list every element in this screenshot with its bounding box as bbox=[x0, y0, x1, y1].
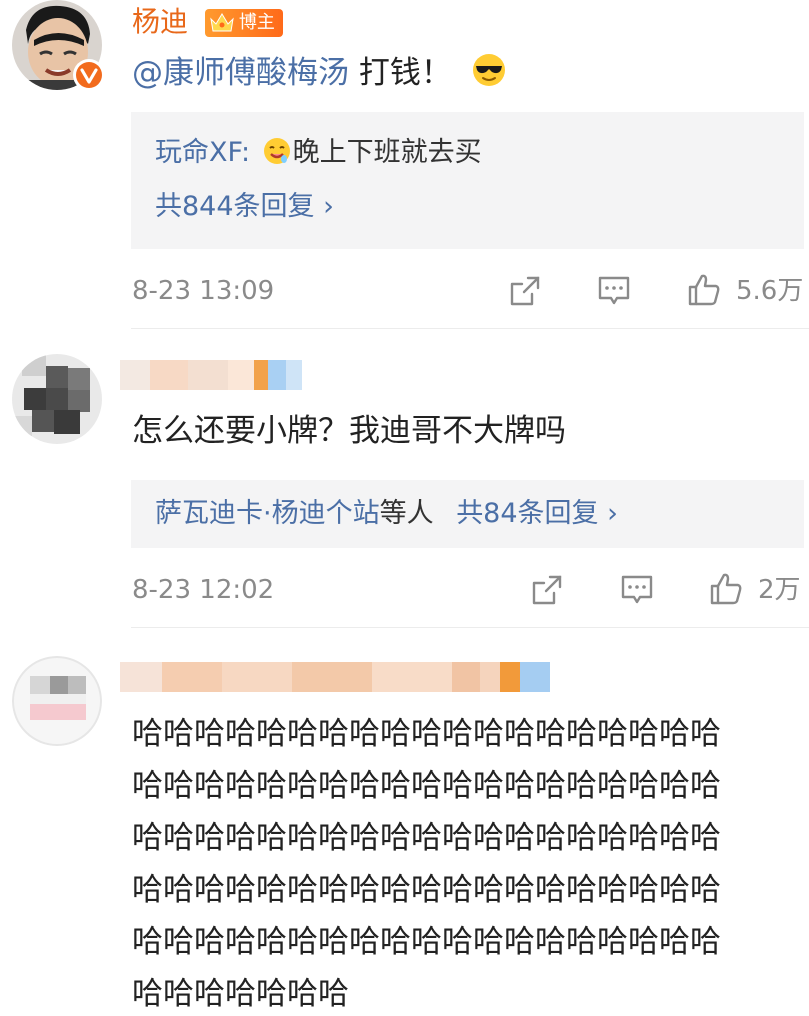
divider bbox=[131, 328, 809, 329]
author-badge-label: 博主 bbox=[238, 12, 275, 33]
comment-text-line: 哈哈哈哈哈哈哈哈哈哈哈哈哈哈哈哈哈哈哈 bbox=[132, 768, 721, 804]
share-icon[interactable] bbox=[508, 274, 542, 308]
username-blurred[interactable] bbox=[120, 662, 550, 692]
reply-count[interactable]: 共844条回复 › bbox=[155, 191, 334, 222]
sunglasses-emoji-icon bbox=[472, 54, 505, 86]
reply-preview-line: 玩命XF: 晚上下班就去买 bbox=[155, 137, 482, 168]
reply-authors[interactable]: 萨瓦迪卡·杨迪个站 bbox=[155, 498, 380, 529]
comment-text: 怎么还要小牌？我迪哥不大牌吗 bbox=[132, 413, 566, 449]
comment-item: 怎么还要小牌？我迪哥不大牌吗 萨瓦迪卡·杨迪个站等人 共84条回复 › 8-23… bbox=[0, 330, 809, 630]
like-icon[interactable] bbox=[686, 272, 722, 308]
divider bbox=[131, 627, 809, 628]
reply-text: 晚上下班就去买 bbox=[292, 137, 482, 168]
share-icon[interactable] bbox=[530, 573, 564, 607]
username-text[interactable]: 杨迪 bbox=[132, 5, 188, 38]
avatar[interactable] bbox=[12, 354, 102, 444]
crown-icon bbox=[210, 13, 234, 32]
comment-text-line: 哈哈哈哈哈哈哈哈哈哈哈哈哈哈哈哈哈哈哈 bbox=[132, 820, 721, 856]
username-blurred[interactable] bbox=[120, 360, 302, 390]
reply-suffix: 等人 bbox=[379, 498, 434, 529]
author-badge: 博主 bbox=[204, 9, 283, 37]
like-icon[interactable] bbox=[708, 571, 744, 607]
comment-item: 杨迪 博主 @康师傅酸梅汤 打钱！ 玩命XF: 晚上下班就去买 共844条回复 … bbox=[0, 0, 809, 330]
reply-preview-box[interactable]: 萨瓦迪卡·杨迪个站等人 共84条回复 › bbox=[131, 480, 804, 548]
reply-preview-box[interactable]: 玩命XF: 晚上下班就去买 共844条回复 › bbox=[131, 112, 804, 249]
reply-author[interactable]: 玩命XF bbox=[155, 137, 241, 168]
comment-icon[interactable] bbox=[597, 274, 631, 308]
comment-text: 哈哈哈哈哈哈哈哈哈哈哈哈哈哈哈哈哈哈哈 哈哈哈哈哈哈哈哈哈哈哈哈哈哈哈哈哈哈哈 … bbox=[132, 708, 721, 1016]
mention-link[interactable]: @康师傅酸梅汤 bbox=[132, 55, 349, 91]
comment-icon[interactable] bbox=[620, 573, 654, 607]
username[interactable]: 杨迪 博主 bbox=[132, 4, 283, 40]
comment-text-line: 哈哈哈哈哈哈哈 bbox=[132, 976, 349, 1012]
drooling-emoji-icon bbox=[263, 138, 290, 164]
reply-count-link[interactable]: 共844条回复 › bbox=[155, 188, 334, 226]
comment-text-line: 哈哈哈哈哈哈哈哈哈哈哈哈哈哈哈哈哈哈哈 bbox=[132, 872, 721, 908]
reply-count[interactable]: 共84条回复 › bbox=[456, 498, 618, 529]
comment-item: 哈哈哈哈哈哈哈哈哈哈哈哈哈哈哈哈哈哈哈 哈哈哈哈哈哈哈哈哈哈哈哈哈哈哈哈哈哈哈 … bbox=[0, 630, 809, 1016]
comment-thread: 杨迪 博主 @康师傅酸梅汤 打钱！ 玩命XF: 晚上下班就去买 共844条回复 … bbox=[0, 0, 809, 1016]
comment-text-line: 哈哈哈哈哈哈哈哈哈哈哈哈哈哈哈哈哈哈哈 bbox=[132, 716, 721, 752]
comment-text-body: 打钱！ bbox=[349, 55, 452, 91]
timestamp: 8-23 13:09 bbox=[132, 276, 275, 306]
like-count: 5.6万 bbox=[736, 276, 804, 306]
reply-preview-line: 萨瓦迪卡·杨迪个站等人 共84条回复 › bbox=[155, 495, 618, 533]
timestamp: 8-23 12:02 bbox=[132, 575, 275, 605]
verified-badge-icon bbox=[73, 59, 105, 91]
comment-text-line: 哈哈哈哈哈哈哈哈哈哈哈哈哈哈哈哈哈哈哈 bbox=[132, 924, 721, 960]
avatar[interactable] bbox=[12, 656, 102, 746]
comment-text: @康师傅酸梅汤 打钱！ bbox=[132, 52, 506, 94]
like-count: 2万 bbox=[758, 575, 801, 605]
